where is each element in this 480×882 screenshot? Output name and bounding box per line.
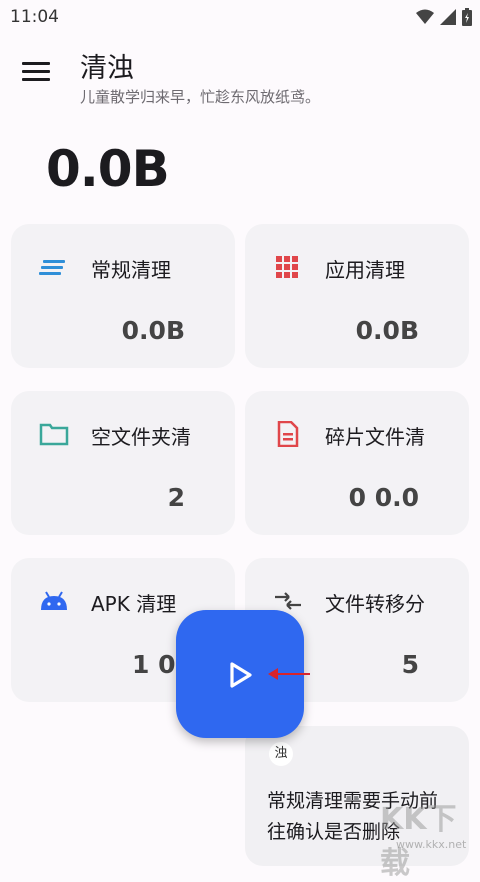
card-value: 0.0B — [355, 316, 419, 345]
card-empty-folder-clean[interactable]: 空文件夹清 2 — [11, 391, 235, 535]
folder-icon — [39, 423, 69, 446]
avatar: 浊 — [269, 742, 293, 766]
card-fragment-file-clean[interactable]: 碎片文件清 0 0.0 — [245, 391, 469, 535]
status-time: 11:04 — [10, 7, 59, 27]
card-label: 文件转移分 — [325, 592, 425, 616]
play-icon — [230, 662, 252, 688]
card-label: 空文件夹清 — [91, 425, 191, 449]
status-bar: 11:04 — [0, 0, 480, 34]
grid-icon — [276, 256, 298, 278]
card-value: 2 — [167, 483, 185, 512]
app-title: 清浊 — [80, 53, 134, 84]
watermark-url: www.kkx.net — [396, 838, 467, 851]
card-value: 0.0B — [121, 316, 185, 345]
menu-icon-line — [22, 70, 50, 73]
card-value: 5 — [401, 650, 419, 679]
document-icon — [277, 421, 299, 447]
card-regular-clean[interactable]: 常规清理 0.0B — [11, 224, 235, 368]
signal-icon — [440, 9, 456, 25]
battery-icon — [462, 8, 472, 26]
menu-icon-line — [22, 78, 50, 81]
status-icons — [416, 8, 472, 26]
card-value: 0 0.0 — [348, 483, 419, 512]
card-label: 常规清理 — [91, 258, 171, 282]
menu-icon-line — [22, 62, 50, 65]
android-icon — [41, 591, 67, 610]
total-size: 0.0B — [46, 140, 170, 198]
app-bar: 清浊 儿童散学归来早，忙趁东风放纸鸢。 — [0, 40, 480, 112]
lines-icon — [39, 260, 65, 275]
wifi-icon — [416, 9, 434, 24]
card-label: 应用清理 — [325, 258, 405, 282]
menu-button[interactable] — [22, 62, 50, 86]
card-label: 碎片文件清 — [325, 425, 425, 449]
card-app-clean[interactable]: 应用清理 0.0B — [245, 224, 469, 368]
app-subtitle: 儿童散学归来早，忙趁东风放纸鸢。 — [80, 88, 321, 106]
arrow-annotation-icon — [268, 668, 310, 680]
